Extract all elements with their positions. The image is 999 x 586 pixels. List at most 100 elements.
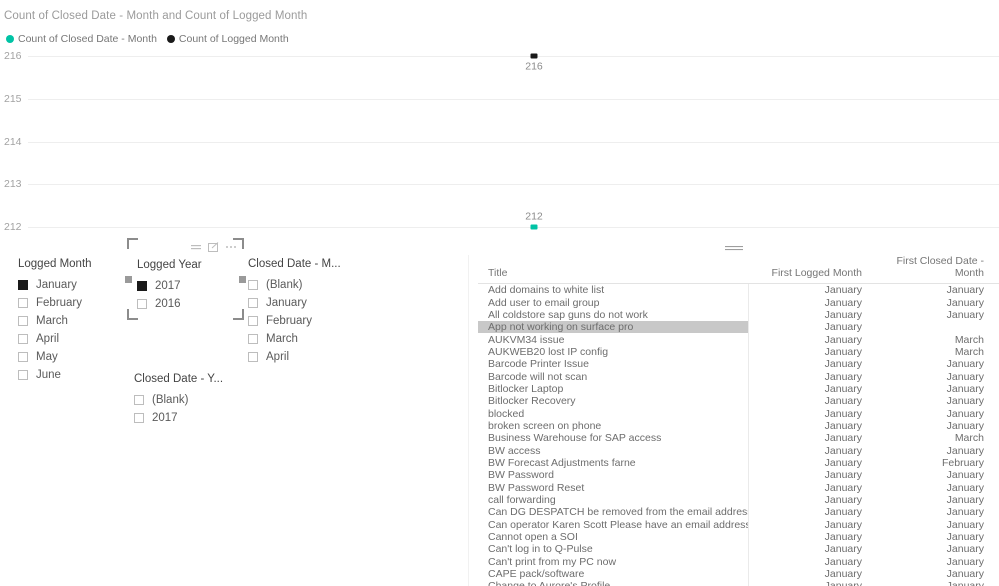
- column-header-first-logged-month[interactable]: First Logged Month: [748, 267, 868, 283]
- slicer-option[interactable]: March: [18, 312, 92, 330]
- slicer-checkbox[interactable]: [248, 298, 258, 308]
- slicer-option-label: January: [266, 297, 307, 309]
- table-row[interactable]: App not working on surface pro January: [478, 321, 999, 334]
- slicer-option[interactable]: May: [18, 348, 92, 366]
- table-row[interactable]: BW Forecast Adjustments farne January Febr…: [478, 457, 999, 469]
- chart-plot-area[interactable]: 216 215 214 213 212 216 212: [0, 48, 999, 238]
- table-row[interactable]: Add domains to white list January January: [478, 284, 999, 296]
- table-row[interactable]: BW access January January: [478, 444, 999, 457]
- table-visual[interactable]: Title First Logged Month First Closed Da…: [468, 241, 999, 586]
- focus-mode-icon[interactable]: [208, 241, 219, 253]
- slicer-checkbox[interactable]: [18, 298, 28, 308]
- table-row[interactable]: Can't log in to Q-Pulse January January: [478, 543, 999, 555]
- table-header-row[interactable]: Title First Logged Month First Closed Da…: [478, 255, 999, 284]
- resize-handle-br[interactable]: [233, 309, 244, 320]
- cell-title: call forwarding: [488, 494, 556, 507]
- slicer-checkbox[interactable]: [248, 316, 258, 326]
- slicer-option[interactable]: 2017: [134, 409, 223, 427]
- table-row[interactable]: Bitlocker Laptop January January: [478, 383, 999, 395]
- visual-header[interactable]: [128, 239, 243, 255]
- table-body[interactable]: Add domains to white list January January A…: [478, 284, 999, 586]
- table-row[interactable]: AUKVM34 issue January March: [478, 333, 999, 346]
- table-row[interactable]: Change to Aurore's ProfileJanuaryJanuary: [478, 580, 999, 586]
- chart-data-point[interactable]: 216: [525, 53, 543, 73]
- slicer-options[interactable]: January February March April May June: [18, 276, 92, 384]
- drag-grip-icon[interactable]: [724, 245, 743, 251]
- column-header-first-closed-date-month[interactable]: First Closed Date - Month: [868, 255, 990, 283]
- table-row[interactable]: Barcode will not scan January January: [478, 370, 999, 383]
- slicer-options[interactable]: (Blank) January February March April: [248, 276, 341, 366]
- slicer-option-label: April: [36, 333, 60, 345]
- slicer-checkbox[interactable]: [134, 395, 144, 405]
- data-point-marker: [530, 53, 538, 59]
- slicer-option[interactable]: March: [248, 330, 341, 348]
- table-row[interactable]: BW Password January January: [478, 469, 999, 481]
- table-row[interactable]: AUKWEB20 lost IP config January March: [478, 346, 999, 358]
- slicer-checkbox[interactable]: [137, 281, 147, 291]
- table-row[interactable]: BW Password Reset January January: [478, 482, 999, 494]
- cell-first-logged-month: January: [748, 580, 868, 586]
- slicer-option[interactable]: June: [18, 366, 92, 384]
- slicer-closed-date-year[interactable]: Closed Date - Y... (Blank) 2017: [134, 373, 223, 427]
- table-row[interactable]: broken screen on phone January January: [478, 420, 999, 432]
- slicer-checkbox[interactable]: [248, 334, 258, 344]
- table-row[interactable]: Can DG DESPATCH be removed from the emai…: [478, 506, 999, 518]
- slicer-checkbox[interactable]: [18, 280, 28, 290]
- table-row[interactable]: All coldstore sap guns do not work Januar…: [478, 309, 999, 321]
- slicer-checkbox[interactable]: [248, 352, 258, 362]
- slicer-option[interactable]: 2017: [137, 277, 202, 295]
- chart-data-point[interactable]: 212: [525, 211, 543, 230]
- chart-legend[interactable]: Count of Closed Date - Month Count of Log…: [6, 33, 289, 45]
- slicer-option[interactable]: January: [248, 294, 341, 312]
- table-row[interactable]: CAPE pack/software January January: [478, 568, 999, 580]
- resize-handle-bl[interactable]: [127, 309, 138, 320]
- cell-first-closed-date-month: January: [946, 296, 984, 309]
- slicer-option[interactable]: February: [248, 312, 341, 330]
- filter-icon[interactable]: [190, 242, 202, 252]
- resize-handle-right[interactable]: [239, 276, 246, 283]
- cell-first-logged-month: January: [824, 506, 862, 519]
- slicer-checkbox[interactable]: [134, 413, 144, 423]
- table-row[interactable]: Bitlocker Recovery January January: [478, 395, 999, 407]
- y-axis-tick-label: 216: [4, 50, 22, 62]
- legend-item[interactable]: Count of Logged Month: [166, 33, 289, 45]
- table-row[interactable]: call forwarding January January: [478, 494, 999, 506]
- slicer-options[interactable]: 2017 2016: [137, 277, 202, 313]
- legend-item[interactable]: Count of Closed Date - Month: [6, 33, 157, 45]
- slicer-option[interactable]: April: [248, 348, 341, 366]
- table-row[interactable]: Add user to email group January January: [478, 296, 999, 309]
- slicer-checkbox[interactable]: [137, 299, 147, 309]
- column-header-title[interactable]: Title: [478, 267, 748, 283]
- slicer-option[interactable]: 2016: [137, 295, 202, 313]
- slicer-option[interactable]: February: [18, 294, 92, 312]
- slicer-checkbox[interactable]: [18, 352, 28, 362]
- resize-handle-tr[interactable]: [233, 238, 244, 249]
- slicer-closed-date-month[interactable]: Closed Date - M... (Blank) January Februar…: [248, 258, 341, 366]
- resize-handle-left[interactable]: [125, 276, 132, 283]
- table-row[interactable]: Cannot open a SOI January January: [478, 531, 999, 543]
- table-left-border: [468, 255, 469, 586]
- cell-first-logged-month: January: [824, 456, 862, 469]
- slicer-checkbox[interactable]: [18, 334, 28, 344]
- slicer-option[interactable]: (Blank): [134, 391, 223, 409]
- slicer-checkbox[interactable]: [18, 316, 28, 326]
- table-row[interactable]: Barcode Printer Issue January January: [478, 358, 999, 370]
- cell-title: Add domains to white list: [488, 284, 605, 297]
- slicer-option[interactable]: (Blank): [248, 276, 341, 294]
- cell-first-logged-month: January: [824, 568, 862, 581]
- resize-handle-tl[interactable]: [127, 238, 138, 249]
- slicer-options[interactable]: (Blank) 2017: [134, 391, 223, 427]
- table-row[interactable]: Can operator Karen Scott Please have an …: [478, 519, 999, 531]
- slicer-logged-month[interactable]: Logged Month January February March April Ma…: [18, 258, 92, 384]
- slicer-option[interactable]: April: [18, 330, 92, 348]
- slicer-checkbox[interactable]: [248, 280, 258, 290]
- cell-first-closed-date-month: March: [954, 432, 984, 445]
- cell-first-logged-month: January: [824, 284, 862, 297]
- slicer-logged-year[interactable]: Logged Year 2017 2016: [125, 238, 246, 320]
- slicer-option[interactable]: January: [18, 276, 92, 294]
- cell-title: BW Password Reset: [488, 481, 585, 494]
- slicer-checkbox[interactable]: [18, 370, 28, 380]
- table-row[interactable]: blocked January January: [478, 407, 999, 420]
- table-row[interactable]: Business Warehouse for SAP access January…: [478, 432, 999, 444]
- table-row[interactable]: Can't print from my PC now January January: [478, 556, 999, 568]
